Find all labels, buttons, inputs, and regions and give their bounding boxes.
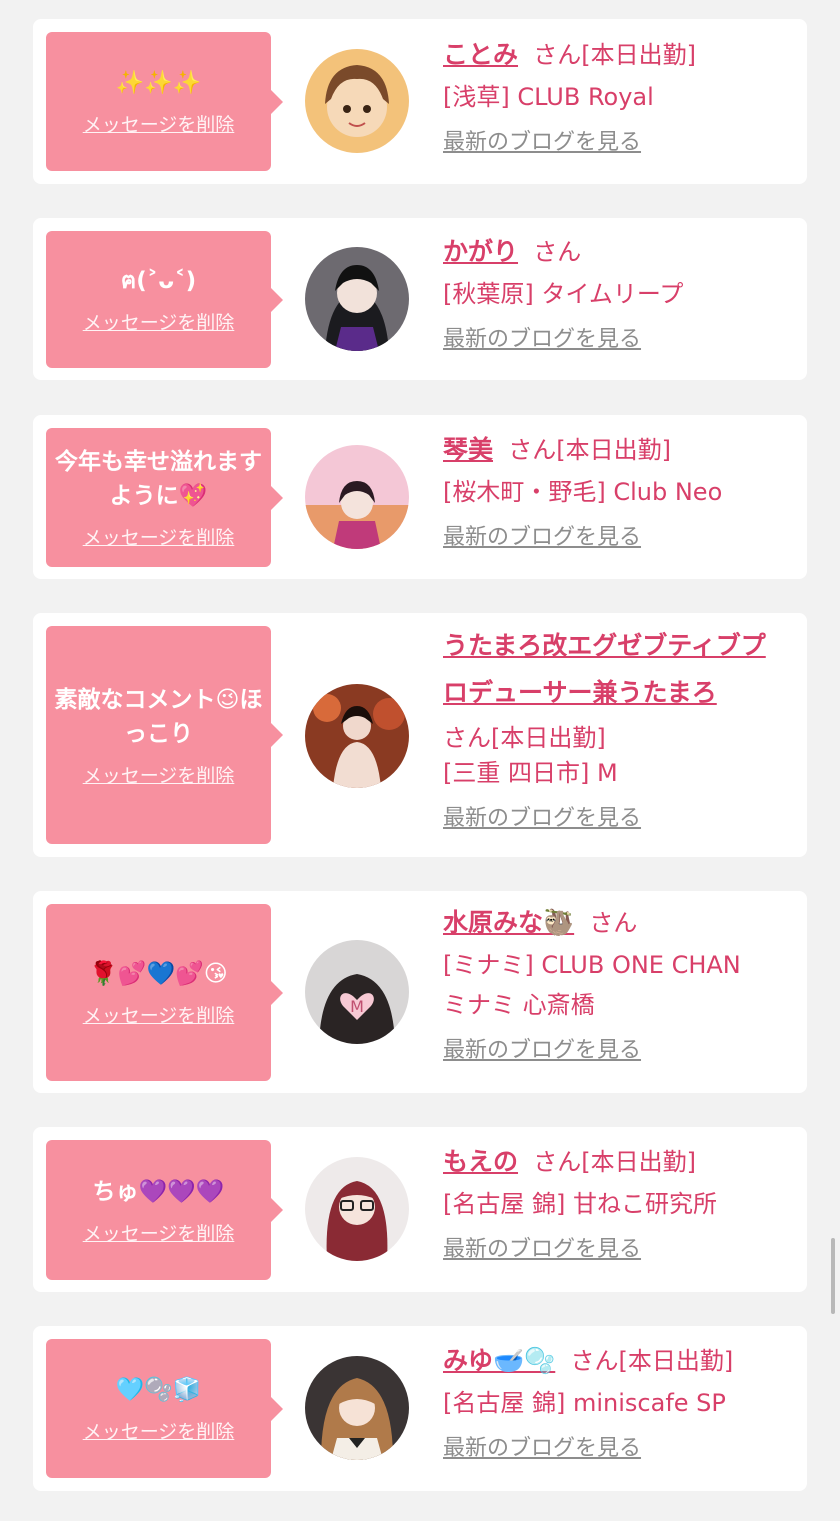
profile-info: 水原みな🦥 さん [ミナミ] CLUB ONE CHAN ミナミ 心斎橋 最新の…	[443, 901, 787, 1071]
message-text: ちゅ💜💜💜	[92, 1178, 225, 1205]
delete-message-link[interactable]: メッセージを削除	[83, 1219, 235, 1246]
delete-message-link[interactable]: メッセージを削除	[83, 1001, 235, 1028]
delete-message-link[interactable]: メッセージを削除	[83, 110, 235, 137]
message-bubble: ฅ(˃ᴗ˂) メッセージを削除	[46, 231, 283, 368]
latest-blog-link[interactable]: 最新のブログを見る	[443, 123, 641, 163]
message-text: ✨✨✨	[115, 70, 202, 96]
profile-info: うたまろ改エグゼブティブプロデューサー兼うたまろ さん[本日出勤] [三重 四日…	[443, 624, 787, 839]
message-card: 今年も幸せ溢れますように💖 メッセージを削除 琴美 さん[本日出勤] [桜木町・…	[33, 415, 807, 579]
message-card: ✨✨✨ メッセージを削除 ことみ さん[本日出勤] [浅草] CLUB Roya…	[33, 19, 807, 184]
latest-blog-link[interactable]: 最新のブログを見る	[443, 320, 641, 360]
message-bubble: 🩵🫧🧊 メッセージを削除	[46, 1339, 283, 1478]
delete-message-link[interactable]: メッセージを削除	[83, 308, 235, 335]
message-text: ฅ(˃ᴗ˂)	[120, 268, 197, 294]
delete-message-link[interactable]: メッセージを削除	[83, 761, 235, 788]
latest-blog-link[interactable]: 最新のブログを見る	[443, 1230, 641, 1270]
message-text: 🌹💕💙💕😘	[89, 961, 228, 987]
message-text: 🩵🫧🧊	[115, 1377, 202, 1403]
message-text: 今年も幸せ溢れますように💖	[55, 449, 262, 509]
latest-blog-link[interactable]: 最新のブログを見る	[443, 799, 641, 839]
svg-text:M: M	[350, 997, 364, 1016]
profile-info: かがり さん [秋葉原] タイムリープ 最新のブログを見る	[443, 230, 787, 360]
scrollbar[interactable]	[831, 1238, 835, 1314]
message-card: 🌹💕💙💕😘 メッセージを削除 M 水原みな🦥 さん [ミナミ] CLUB ONE…	[33, 891, 807, 1093]
message-bubble: 素敵なコメント😉ほっこり メッセージを削除	[46, 626, 283, 844]
avatar[interactable]: M	[305, 940, 409, 1044]
avatar[interactable]	[305, 1157, 409, 1261]
latest-blog-link[interactable]: 最新のブログを見る	[443, 1429, 641, 1469]
delete-message-link[interactable]: メッセージを削除	[83, 1417, 235, 1444]
shop-text: [秋葉原] タイムリープ	[443, 280, 684, 308]
cast-name-link[interactable]: かがり	[443, 237, 518, 266]
profile-info: ことみ さん[本日出勤] [浅草] CLUB Royal 最新のブログを見る	[443, 33, 787, 163]
message-card: 素敵なコメント😉ほっこり メッセージを削除 うたまろ改エグゼブティブプロデューサ…	[33, 613, 807, 857]
cast-name-link[interactable]: うたまろ改エグゼブティブプロデューサー兼うたまろ	[443, 631, 766, 707]
profile-info: みゆ🥣🫧 さん[本日出勤] [名古屋 錦] miniscafe SP 最新のブロ…	[443, 1339, 787, 1469]
status-text: さん	[589, 909, 638, 937]
shop-text: [名古屋 錦] miniscafe SP	[443, 1389, 726, 1417]
delete-message-link[interactable]: メッセージを削除	[83, 523, 235, 550]
avatar[interactable]	[305, 247, 409, 351]
message-card: 🩵🫧🧊 メッセージを削除 みゆ🥣🫧 さん[本日出勤] [名古屋 錦] minis…	[33, 1326, 807, 1491]
status-text: さん[本日出勤]	[533, 41, 697, 69]
shop-text: [浅草] CLUB Royal	[443, 83, 654, 111]
cast-name-link[interactable]: みゆ🥣🫧	[443, 1346, 555, 1375]
message-text: 素敵なコメント😉ほっこり	[54, 686, 263, 747]
cast-name-link[interactable]: 水原みな🦥	[443, 908, 574, 937]
status-text: さん[本日出勤]	[508, 436, 672, 464]
shop-text: [三重 四日市] M	[443, 759, 618, 787]
status-text: さん	[533, 238, 582, 266]
avatar[interactable]	[305, 684, 409, 788]
message-bubble: 🌹💕💙💕😘 メッセージを削除	[46, 904, 283, 1081]
latest-blog-link[interactable]: 最新のブログを見る	[443, 518, 641, 558]
message-bubble: 今年も幸せ溢れますように💖 メッセージを削除	[46, 428, 283, 567]
profile-info: 琴美 さん[本日出勤] [桜木町・野毛] Club Neo 最新のブログを見る	[443, 428, 787, 558]
avatar[interactable]	[305, 49, 409, 153]
shop-text: [ミナミ] CLUB ONE CHAN	[443, 951, 741, 979]
status-text: さん[本日出勤]	[533, 1148, 697, 1176]
message-card: ちゅ💜💜💜 メッセージを削除 もえの さん[本日出勤] [名古屋 錦] 甘ねこ研…	[33, 1127, 807, 1292]
message-card: ฅ(˃ᴗ˂) メッセージを削除 かがり さん [秋葉原] タイムリープ 最新のブ…	[33, 218, 807, 380]
cast-name-link[interactable]: もえの	[443, 1147, 518, 1176]
latest-blog-link[interactable]: 最新のブログを見る	[443, 1031, 641, 1071]
avatar[interactable]	[305, 1356, 409, 1460]
status-text: さん[本日出勤]	[443, 724, 606, 752]
cast-name-link[interactable]: 琴美	[443, 435, 493, 464]
message-bubble: ちゅ💜💜💜 メッセージを削除	[46, 1140, 283, 1280]
shop-text: [名古屋 錦] 甘ねこ研究所	[443, 1190, 717, 1218]
shop-text: [桜木町・野毛] Club Neo	[443, 478, 723, 506]
cast-name-link[interactable]: ことみ	[443, 40, 518, 69]
shop-area-text: ミナミ 心斎橋	[443, 991, 595, 1019]
status-text: さん[本日出勤]	[570, 1347, 734, 1375]
avatar[interactable]	[305, 445, 409, 549]
message-bubble: ✨✨✨ メッセージを削除	[46, 32, 283, 171]
profile-info: もえの さん[本日出勤] [名古屋 錦] 甘ねこ研究所 最新のブログを見る	[443, 1140, 787, 1270]
